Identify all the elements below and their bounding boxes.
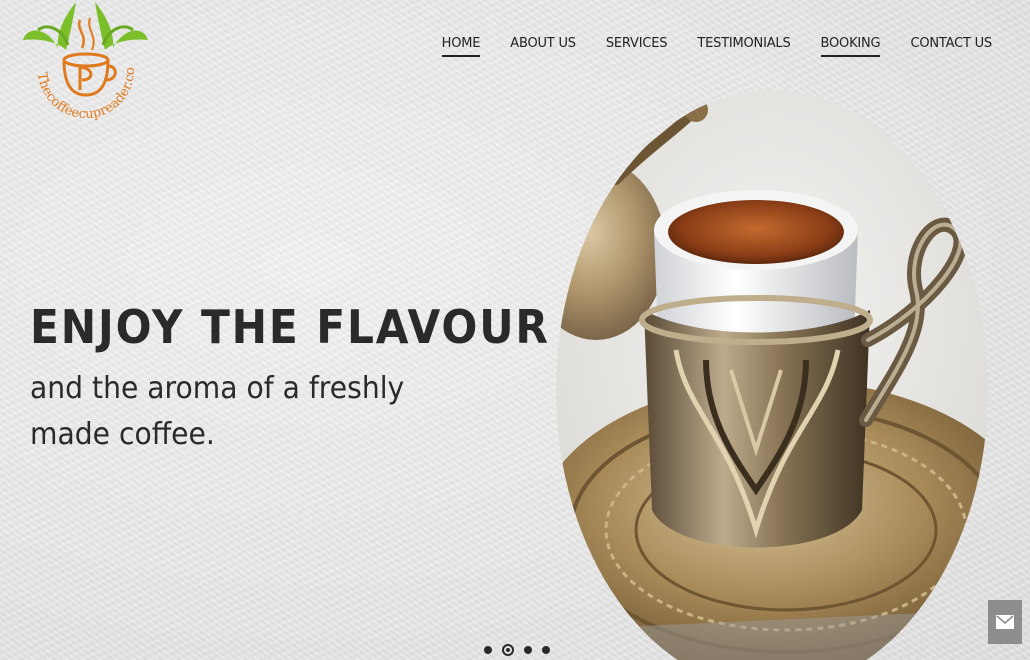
slider-dot-2[interactable]	[502, 644, 514, 656]
contact-float-button[interactable]	[988, 600, 1022, 644]
hero-subtitle: and the aroma of a freshly made coffee.	[30, 371, 405, 452]
slider-dot-3[interactable]	[524, 646, 532, 654]
nav-testimonials[interactable]: TESTIMONIALS	[697, 36, 790, 57]
main-nav: HOME ABOUT US SERVICES TESTIMONIALS BOOK…	[441, 36, 992, 57]
nav-home[interactable]: HOME	[441, 36, 480, 57]
nav-services[interactable]: SERVICES	[606, 36, 668, 57]
svg-text:Thecoffeecupreader.com: Thecoffeecupreader.com	[18, 0, 138, 122]
slider-dot-1[interactable]	[484, 646, 492, 654]
slider-dot-4[interactable]	[542, 646, 550, 654]
site-logo[interactable]: Thecoffeecupreader.com	[18, 0, 153, 150]
nav-booking[interactable]: BOOKING	[820, 36, 881, 57]
nav-contact-us[interactable]: CONTACT US	[910, 36, 992, 57]
nav-about-us[interactable]: ABOUT US	[510, 36, 576, 57]
hero-title: ENJOY THE FLAVOUR	[30, 300, 550, 354]
coffee-cup-image	[556, 90, 988, 660]
envelope-icon	[996, 615, 1014, 629]
slider-pagination	[484, 644, 550, 656]
